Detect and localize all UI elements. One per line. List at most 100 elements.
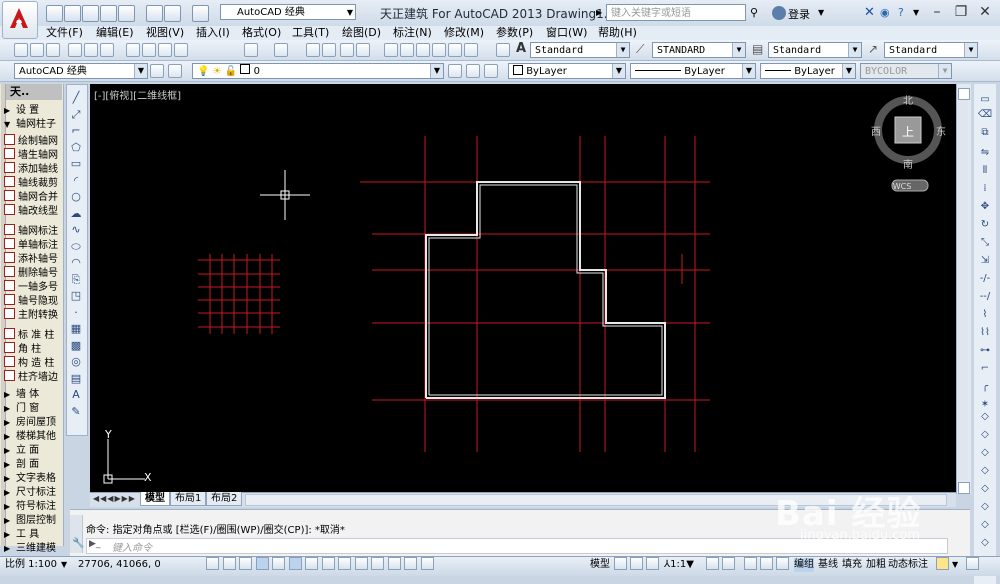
hardware-acceleration-icon[interactable] bbox=[936, 557, 949, 570]
login-dropdown-icon[interactable]: ▼ bbox=[818, 8, 824, 17]
tz-menu-item[interactable]: ▶ 设 置 bbox=[4, 104, 64, 117]
new-icon[interactable] bbox=[14, 43, 28, 57]
undo-icon[interactable] bbox=[164, 5, 181, 22]
open-icon[interactable] bbox=[30, 43, 44, 57]
tz-menu-item[interactable]: 轴号隐现 bbox=[4, 294, 64, 307]
move-icon[interactable]: ✥ bbox=[977, 200, 993, 213]
tool-palettes-icon[interactable] bbox=[416, 43, 430, 57]
cut-icon[interactable] bbox=[126, 43, 140, 57]
point-icon[interactable]: · bbox=[69, 306, 83, 320]
grid-display-icon[interactable] bbox=[239, 557, 252, 570]
model-space-button[interactable]: 模型 bbox=[590, 558, 610, 572]
new-icon[interactable] bbox=[46, 5, 63, 22]
annotation-visibility-icon[interactable] bbox=[706, 557, 719, 570]
publish-icon[interactable] bbox=[100, 43, 114, 57]
color-select[interactable]: ByLayer ▼ bbox=[508, 63, 626, 79]
tz-menu-item[interactable]: 标 准 柱 bbox=[4, 328, 64, 341]
redo-icon[interactable] bbox=[192, 5, 209, 22]
gradient-icon[interactable]: ▩ bbox=[69, 339, 83, 353]
save-as-icon[interactable] bbox=[100, 5, 117, 22]
layer-tool-6-icon[interactable]: ◇ bbox=[977, 500, 993, 513]
tz-menu-item[interactable]: 绘制轴网 bbox=[4, 134, 64, 147]
wrench-icon[interactable]: 🔧 bbox=[72, 538, 84, 549]
tz-menu-item[interactable]: 角 柱 bbox=[4, 342, 64, 355]
workspace-settings-icon[interactable] bbox=[150, 64, 164, 78]
rotate-icon[interactable]: ↻ bbox=[977, 218, 993, 231]
pan-icon[interactable] bbox=[306, 43, 320, 57]
login-link[interactable]: 登录 bbox=[788, 6, 810, 22]
tz-menu-item[interactable]: 轴线裁剪 bbox=[4, 176, 64, 189]
design-center-icon[interactable] bbox=[400, 43, 414, 57]
tz-menu-item[interactable]: 柱齐墙边 bbox=[4, 370, 64, 383]
mtext-icon[interactable]: A bbox=[69, 388, 83, 402]
ortho-mode-icon[interactable] bbox=[255, 557, 269, 570]
tz-menu-item[interactable]: ▶ 符号标注 bbox=[4, 500, 64, 513]
3d-object-snap-icon[interactable] bbox=[305, 557, 318, 570]
undo-icon[interactable] bbox=[244, 43, 258, 57]
status-toggle-button[interactable]: 填充 bbox=[842, 558, 862, 572]
layer-properties-icon[interactable] bbox=[168, 64, 182, 78]
tz-menu-item[interactable]: ▶ 房间屋顶 bbox=[4, 416, 64, 429]
cursor-coordinates[interactable]: 27706, 41066, 0 bbox=[78, 558, 161, 572]
line-icon[interactable]: ╱ bbox=[69, 91, 83, 105]
search-input[interactable]: 键入关键字或短语 bbox=[606, 4, 746, 21]
snap-mode-icon[interactable] bbox=[222, 557, 236, 570]
polygon-icon[interactable]: ⬠ bbox=[69, 141, 83, 155]
mleader-style-select[interactable]: Standard ▼ bbox=[884, 42, 978, 58]
menu-item[interactable]: 标注(N) bbox=[393, 26, 432, 40]
dimension-icon[interactable]: ▭ bbox=[977, 93, 993, 106]
make-block-icon[interactable]: ◳ bbox=[69, 289, 83, 303]
polar-tracking-icon[interactable] bbox=[272, 557, 285, 570]
vertical-scrollbar[interactable] bbox=[958, 100, 968, 480]
add-selected-icon[interactable]: ✎ bbox=[69, 405, 83, 419]
save-icon[interactable] bbox=[46, 43, 60, 57]
fillet-icon[interactable]: ╭ bbox=[977, 380, 993, 393]
spline-icon[interactable]: ∿ bbox=[69, 223, 83, 237]
print-icon[interactable] bbox=[146, 5, 163, 22]
layer-tool-1-icon[interactable]: ◇ bbox=[977, 410, 993, 423]
drawing-canvas[interactable]: Y X 上 北 南 西 东 WCS bbox=[90, 84, 956, 492]
layout-tab[interactable]: 布局2 bbox=[206, 492, 243, 506]
tz-menu-item[interactable]: ▼ 轴网柱子 bbox=[4, 118, 64, 131]
command-input[interactable]: 键入命令 bbox=[112, 539, 152, 554]
layout-tab[interactable]: 模型 bbox=[140, 492, 170, 506]
tz-menu-item[interactable]: 单轴标注 bbox=[4, 238, 64, 251]
match-properties-icon[interactable] bbox=[174, 43, 188, 57]
hatch-icon[interactable]: ▦ bbox=[69, 322, 83, 336]
make-current-icon[interactable] bbox=[448, 64, 462, 78]
properties-icon[interactable] bbox=[384, 43, 398, 57]
viewport-controls[interactable]: [-][俯视][二维线框] bbox=[94, 87, 181, 102]
quick-properties-icon[interactable] bbox=[404, 557, 417, 570]
copy-icon[interactable] bbox=[142, 43, 156, 57]
stretch-icon[interactable]: ⇲ bbox=[977, 254, 993, 267]
table-icon[interactable]: ▤ bbox=[69, 372, 83, 386]
print-preview-icon[interactable] bbox=[84, 43, 98, 57]
ellipse-arc-icon[interactable]: ◠ bbox=[69, 256, 83, 270]
join-icon[interactable]: ⊶ bbox=[977, 344, 993, 357]
tz-menu-item[interactable]: ▶ 图层控制 bbox=[4, 514, 64, 527]
scroll-down-icon[interactable] bbox=[958, 482, 970, 494]
insert-block-icon[interactable]: ⎘ bbox=[69, 273, 83, 287]
scale-dropdown-icon[interactable]: ▼ bbox=[61, 560, 67, 569]
layer-previous-icon[interactable] bbox=[466, 64, 480, 78]
tz-menu-item[interactable]: 主附转换 bbox=[4, 308, 64, 321]
erase-icon[interactable]: ⌫ bbox=[977, 108, 993, 121]
save-icon[interactable] bbox=[82, 5, 99, 22]
binoculars-icon[interactable]: ⚲ bbox=[750, 6, 758, 19]
viewcube[interactable] bbox=[874, 96, 942, 192]
restore-button[interactable]: ❐ bbox=[950, 3, 972, 21]
workspace-switch-icon[interactable] bbox=[744, 557, 757, 570]
menu-item[interactable]: 窗口(W) bbox=[546, 26, 587, 40]
sheet-set-icon[interactable] bbox=[432, 43, 446, 57]
drawing-scale[interactable]: 比例 1:100 bbox=[5, 558, 57, 572]
workspace-select-2[interactable]: AutoCAD 经典 ▼ bbox=[14, 63, 148, 79]
lineweight-select[interactable]: ByLayer ▼ bbox=[760, 63, 856, 79]
tz-menu-item[interactable]: ▶ 门 窗 bbox=[4, 402, 64, 415]
tab-nav-arrows[interactable]: ◀◀◀▶▶▶ bbox=[93, 494, 136, 503]
status-menu-icon[interactable]: ▼ bbox=[952, 560, 958, 569]
object-snap-tracking-icon[interactable] bbox=[321, 557, 335, 570]
menu-item[interactable]: 工具(T) bbox=[292, 26, 329, 40]
object-snap-icon[interactable] bbox=[288, 557, 302, 570]
array-icon[interactable]: ⁞ bbox=[977, 182, 993, 195]
auto-scale-icon[interactable] bbox=[722, 557, 735, 570]
